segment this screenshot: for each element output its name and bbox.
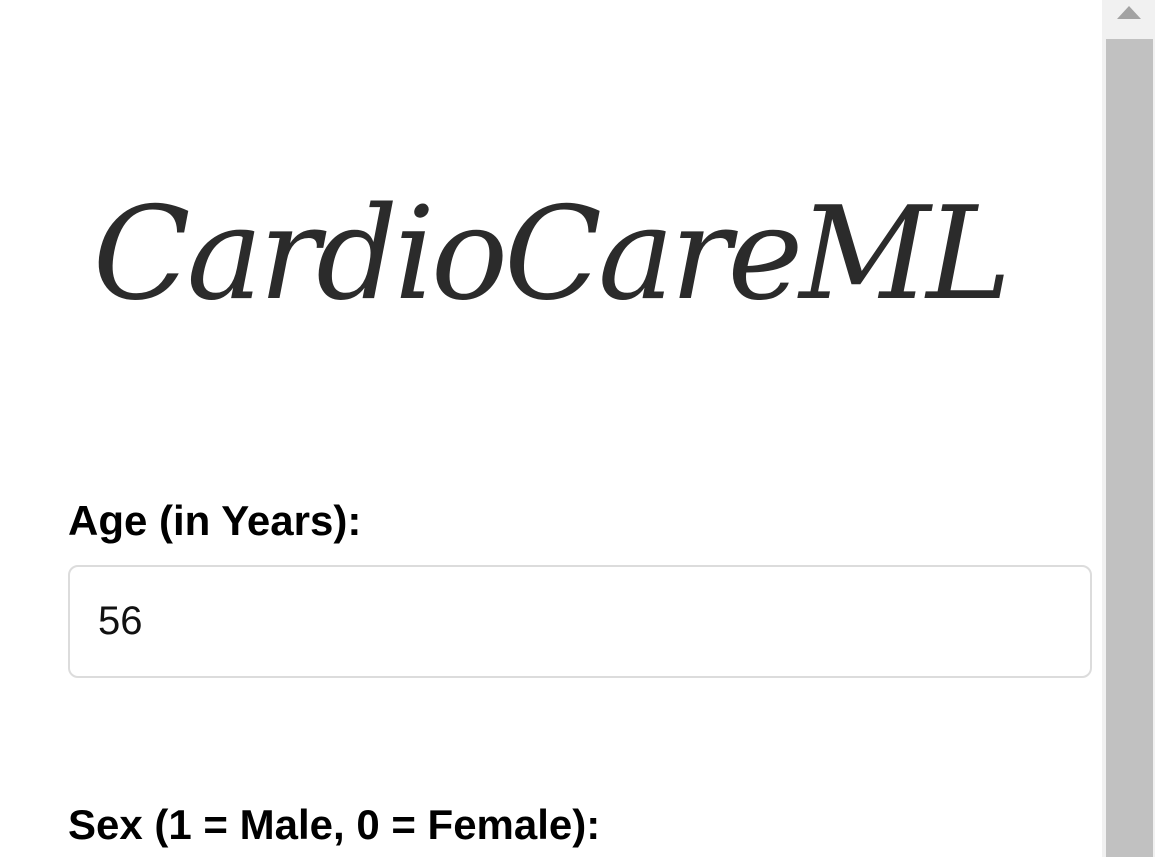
scrollbar-thumb[interactable] [1106, 39, 1153, 857]
logo-svg: CardioCareML [93, 180, 1012, 329]
app-page: CardioCareML Age (in Years): Sex (1 = Ma… [0, 0, 1155, 857]
brand-logo: CardioCareML [0, 170, 1100, 330]
age-label: Age (in Years): [68, 497, 362, 544]
vertical-scrollbar[interactable] [1102, 0, 1155, 857]
triangle-up-icon [1117, 6, 1141, 19]
sex-label: Sex (1 = Male, 0 = Female): [68, 801, 601, 848]
scroll-up-button[interactable] [1102, 0, 1155, 32]
logo-text: CardioCareML [93, 180, 1008, 329]
age-input[interactable] [68, 565, 1092, 678]
